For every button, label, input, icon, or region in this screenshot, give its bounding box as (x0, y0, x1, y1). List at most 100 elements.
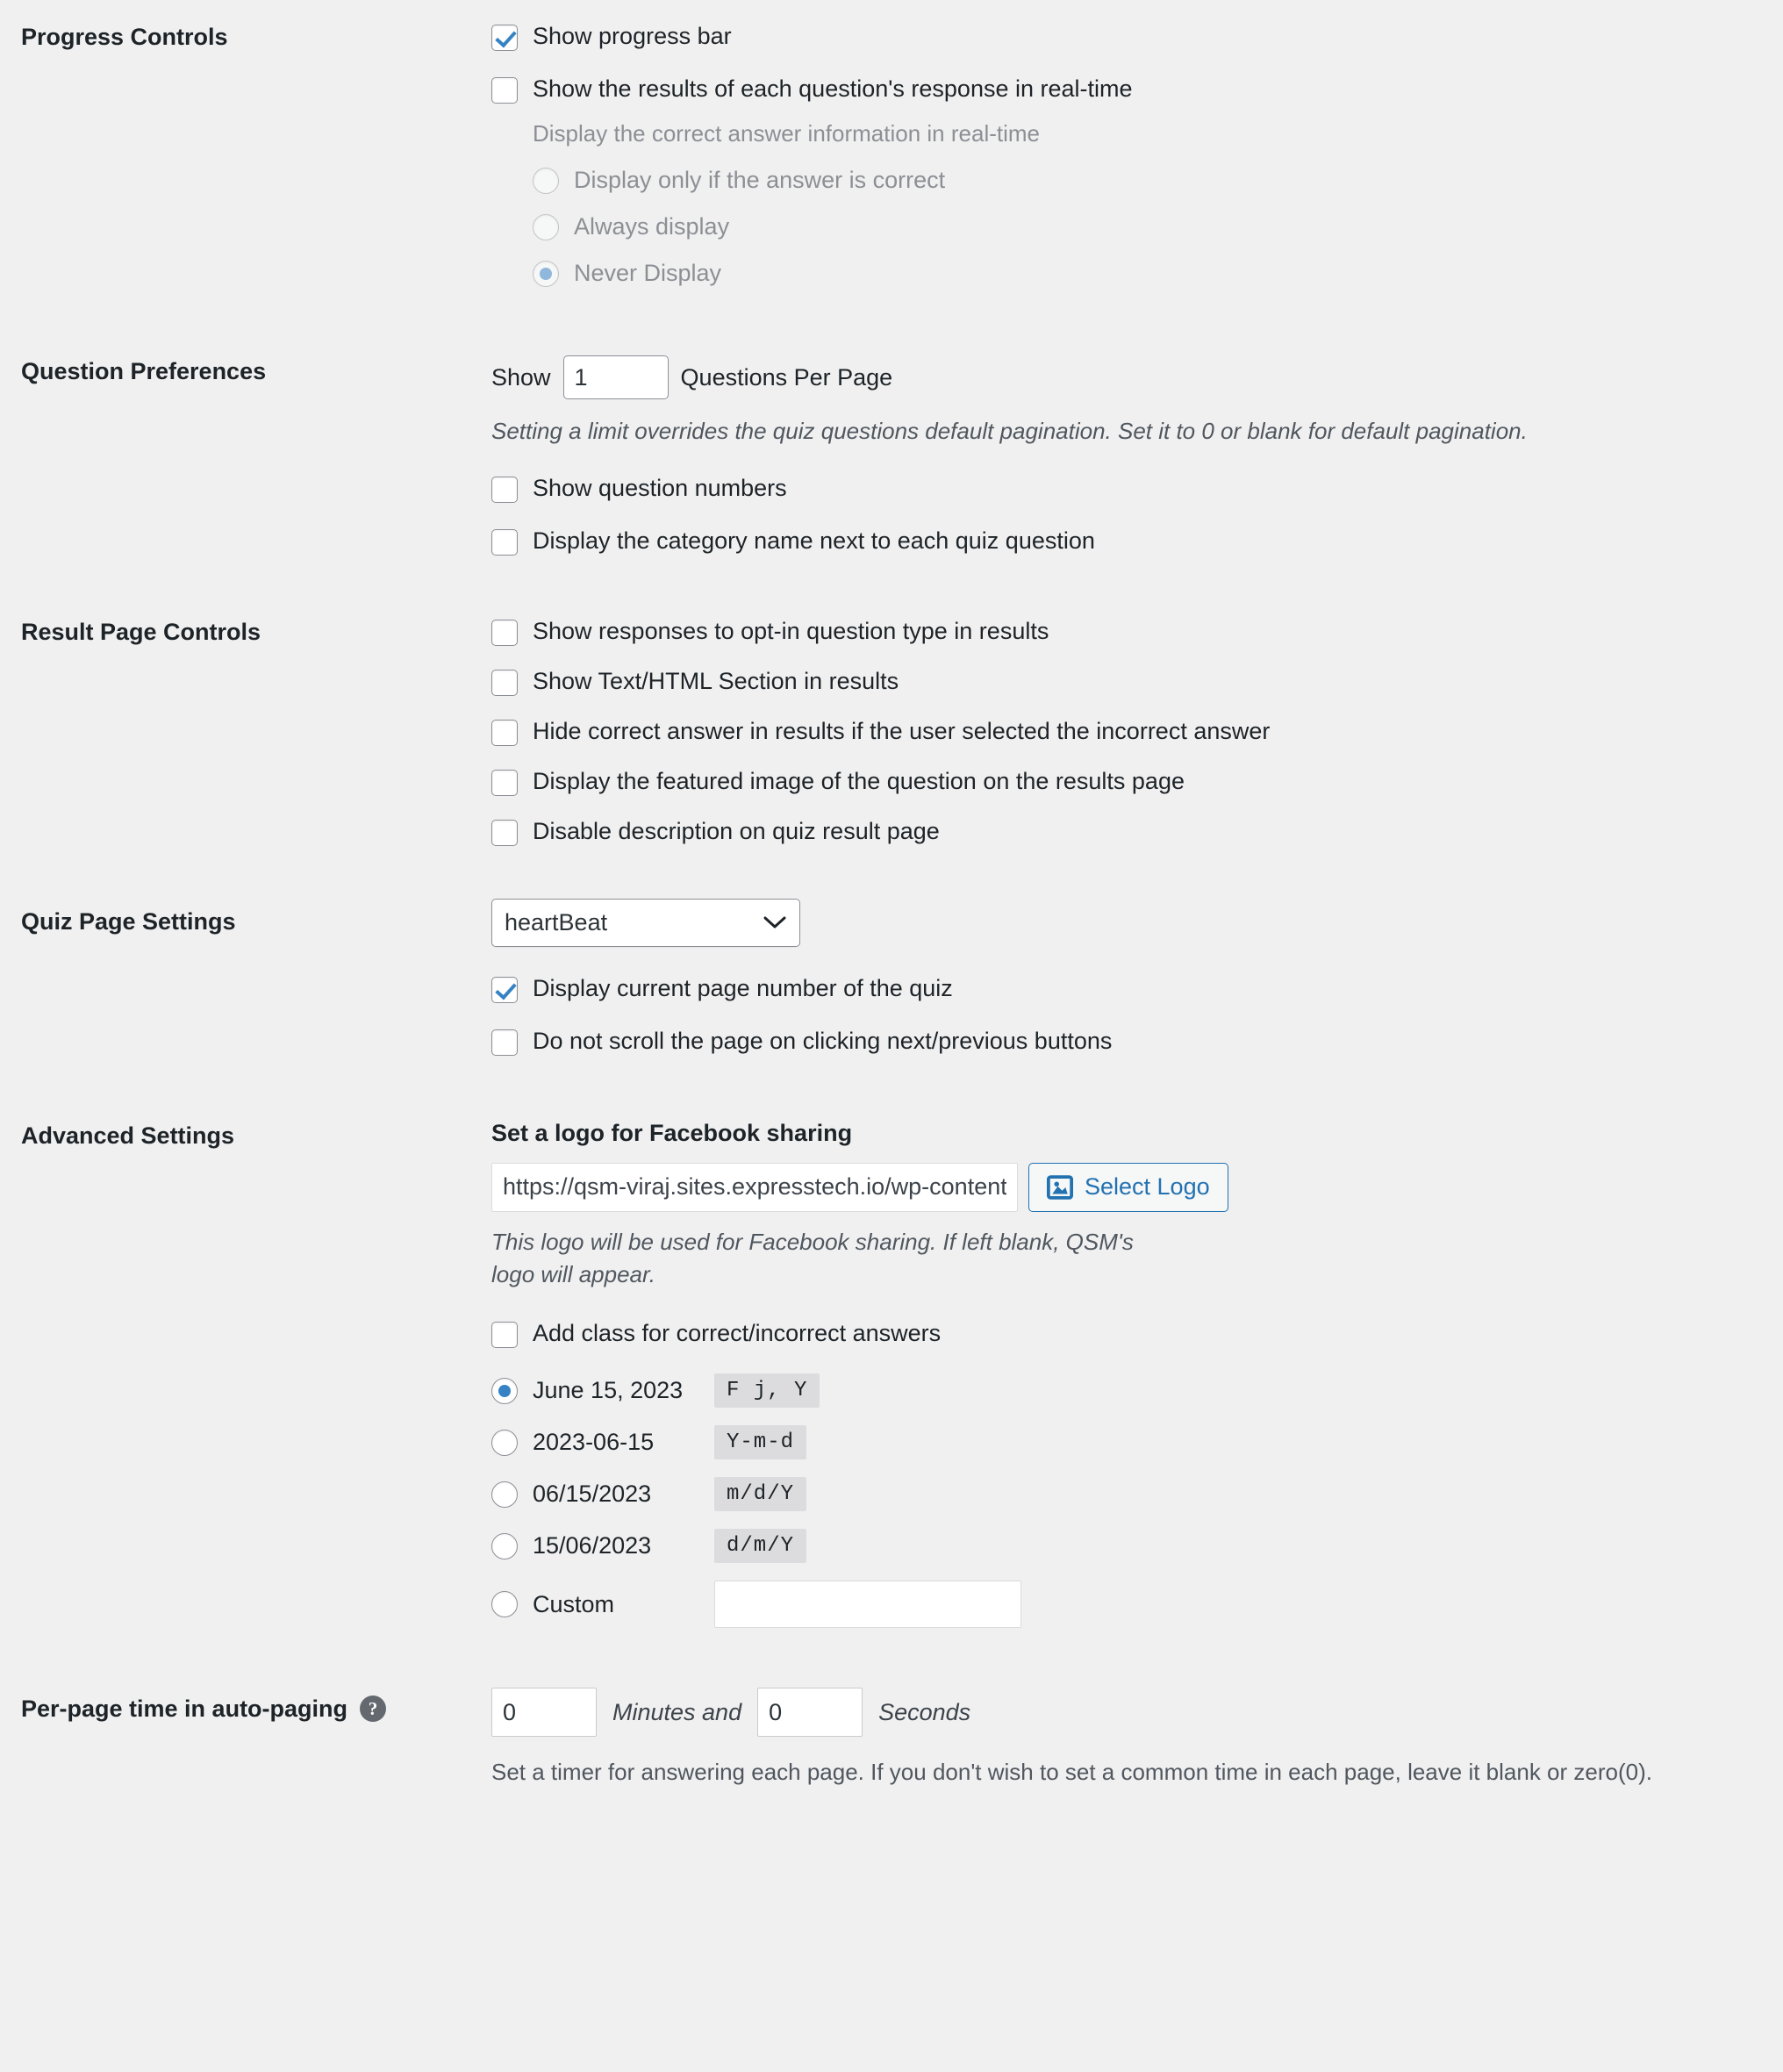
date-format-f-j-y-radio-icon[interactable] (491, 1377, 518, 1404)
minutes-label: Minutes and (612, 1698, 742, 1725)
date-format-option-d-m-y[interactable]: 15/06/2023 d/m/Y (491, 1529, 1762, 1564)
logo-url-input[interactable] (491, 1162, 1018, 1212)
checkbox-show-realtime-results[interactable]: Show the results of each question's resp… (491, 74, 1762, 104)
never-display-radio-icon[interactable] (533, 260, 559, 287)
checkbox-show-optin-responses[interactable]: Show responses to opt-in question type i… (491, 616, 1762, 647)
select-logo-button-label: Select Logo (1085, 1173, 1210, 1201)
label-quiz-page-settings: Quiz Page Settings (0, 899, 491, 937)
do-not-scroll-checkbox-icon[interactable] (491, 1029, 518, 1056)
show-optin-responses-checkbox-icon[interactable] (491, 620, 518, 647)
date-format-option-m-d-y[interactable]: 06/15/2023 m/d/Y (491, 1477, 1762, 1512)
date-format-custom-input[interactable] (714, 1581, 1021, 1629)
date-format-y-m-d-radio-icon[interactable] (491, 1429, 518, 1456)
checkbox-show-text-html-section[interactable]: Show Text/HTML Section in results (491, 666, 1762, 697)
do-not-scroll-label: Do not scroll the page on clicking next/… (533, 1027, 1113, 1054)
logo-helper-text: This logo will be used for Facebook shar… (491, 1228, 1134, 1288)
display-current-page-number-checkbox-icon[interactable] (491, 976, 518, 1003)
display-category-name-label: Display the category name next to each q… (533, 527, 1095, 554)
date-format-custom-radio-icon[interactable] (491, 1591, 518, 1618)
animation-select[interactable]: heartBeat (491, 898, 800, 947)
display-featured-image-checkbox-icon[interactable] (491, 770, 518, 797)
field-result-page-controls: Show responses to opt-in question type i… (491, 616, 1783, 847)
quiz-options-settings-table: Progress Controls Show progress bar Show… (0, 0, 1783, 1825)
date-format-y-m-d-example: 2023-06-15 (533, 1429, 655, 1456)
checkbox-hide-correct-answer[interactable]: Hide correct answer in results if the us… (491, 716, 1762, 747)
date-format-option-custom[interactable]: Custom (491, 1581, 1762, 1629)
show-question-numbers-label: Show question numbers (533, 474, 787, 501)
questions-per-page-suffix-label: Questions Per Page (680, 363, 893, 391)
date-format-option-y-m-d[interactable]: 2023-06-15 Y-m-d (491, 1425, 1762, 1460)
show-text-html-section-checkbox-icon[interactable] (491, 670, 518, 697)
display-category-name-checkbox-icon[interactable] (491, 528, 518, 556)
checkbox-disable-description[interactable]: Disable description on quiz result page (491, 816, 1762, 847)
show-optin-responses-label: Show responses to opt-in question type i… (533, 618, 1049, 645)
date-format-m-d-y-example: 06/15/2023 (533, 1481, 652, 1508)
always-display-radio-icon[interactable] (533, 213, 559, 240)
result-page-controls-title: Result Page Controls (21, 619, 261, 646)
advanced-settings-title: Advanced Settings (21, 1122, 235, 1149)
checkbox-add-class-correct-incorrect[interactable]: Add class for correct/incorrect answers (491, 1318, 1762, 1349)
hide-correct-answer-checkbox-icon[interactable] (491, 720, 518, 747)
per-page-time-helper-text: Set a timer for answering each page. If … (491, 1759, 1652, 1786)
date-format-d-m-y-example: 15/06/2023 (533, 1532, 652, 1559)
checkbox-display-category-name[interactable]: Display the category name next to each q… (491, 526, 1762, 556)
logo-url-row: Select Logo (491, 1162, 1762, 1212)
checkbox-show-progress-bar[interactable]: Show progress bar (491, 21, 1762, 52)
pagination-helper-text: Setting a limit overrides the quiz quest… (491, 418, 1528, 445)
checkbox-do-not-scroll[interactable]: Do not scroll the page on clicking next/… (491, 1026, 1762, 1057)
checkbox-display-featured-image[interactable]: Display the featured image of the questi… (491, 766, 1762, 797)
disable-description-label: Disable description on quiz result page (533, 818, 940, 845)
show-question-numbers-checkbox-icon[interactable] (491, 476, 518, 503)
date-format-m-d-y-radio-icon[interactable] (491, 1481, 518, 1508)
seconds-label: Seconds (878, 1698, 971, 1725)
row-advanced-settings: Advanced Settings Set a logo for Faceboo… (0, 1120, 1783, 1688)
radio-always-display[interactable]: Always display (533, 213, 1762, 240)
row-per-page-time: Per-page time in auto-paging ? Minutes a… (0, 1688, 1783, 1825)
questions-per-page-input[interactable] (562, 355, 669, 400)
display-only-if-correct-label: Display only if the answer is correct (574, 167, 946, 194)
progress-controls-title: Progress Controls (21, 24, 228, 50)
display-only-if-correct-radio-icon[interactable] (533, 167, 559, 194)
realtime-answer-note: Display the correct answer information i… (533, 120, 1040, 147)
add-class-label: Add class for correct/incorrect answers (533, 1320, 942, 1347)
date-format-f-j-y-example: June 15, 2023 (533, 1377, 684, 1404)
label-result-page-controls: Result Page Controls (0, 616, 491, 648)
checkbox-display-current-page-number[interactable]: Display current page number of the quiz (491, 973, 1762, 1004)
checkbox-show-question-numbers[interactable]: Show question numbers (491, 473, 1762, 504)
never-display-label: Never Display (574, 260, 722, 287)
facebook-logo-heading: Set a logo for Facebook sharing (491, 1119, 853, 1146)
row-progress-controls: Progress Controls Show progress bar Show… (0, 0, 1783, 355)
per-page-minutes-input[interactable] (491, 1688, 597, 1738)
animation-select-wrapper[interactable]: heartBeat (491, 898, 800, 947)
date-format-option-f-j-y[interactable]: June 15, 2023 F j, Y (491, 1373, 1762, 1409)
date-format-m-d-y-code: m/d/Y (714, 1477, 807, 1512)
date-format-f-j-y-code: F j, Y (714, 1373, 820, 1409)
radio-display-only-if-correct[interactable]: Display only if the answer is correct (533, 167, 1762, 194)
question-mark-icon[interactable]: ? (360, 1696, 387, 1723)
show-progress-bar-label: Show progress bar (533, 23, 732, 49)
date-format-d-m-y-radio-icon[interactable] (491, 1532, 518, 1559)
show-prefix-label: Show (491, 363, 551, 391)
disable-description-checkbox-icon[interactable] (491, 820, 518, 847)
image-icon (1047, 1174, 1073, 1201)
per-page-time-title: Per-page time in auto-paging (21, 1696, 348, 1723)
field-quiz-page-settings: heartBeat Display current page number of… (491, 898, 1783, 1057)
add-class-checkbox-icon[interactable] (491, 1322, 518, 1349)
label-progress-controls: Progress Controls (0, 21, 491, 53)
display-current-page-number-label: Display current page number of the quiz (533, 974, 953, 1001)
question-preferences-title: Question Preferences (21, 358, 267, 385)
date-format-custom-label: Custom (533, 1590, 615, 1617)
display-featured-image-label: Display the featured image of the questi… (533, 768, 1185, 795)
radio-never-display[interactable]: Never Display (533, 260, 1762, 287)
show-text-html-section-label: Show Text/HTML Section in results (533, 668, 899, 695)
show-realtime-results-checkbox-icon[interactable] (491, 77, 518, 104)
show-progress-bar-checkbox-icon[interactable] (491, 25, 518, 51)
select-logo-button[interactable]: Select Logo (1028, 1162, 1228, 1212)
per-page-seconds-input[interactable] (757, 1688, 863, 1738)
label-per-page-time: Per-page time in auto-paging ? (0, 1688, 491, 1724)
row-result-page-controls: Result Page Controls Show responses to o… (0, 616, 1783, 898)
animation-select-value: heartBeat (505, 908, 608, 936)
per-page-time-inputs-row: Minutes and Seconds (491, 1688, 1762, 1738)
label-question-preferences: Question Preferences (0, 355, 491, 387)
show-realtime-results-label: Show the results of each question's resp… (533, 75, 1133, 103)
